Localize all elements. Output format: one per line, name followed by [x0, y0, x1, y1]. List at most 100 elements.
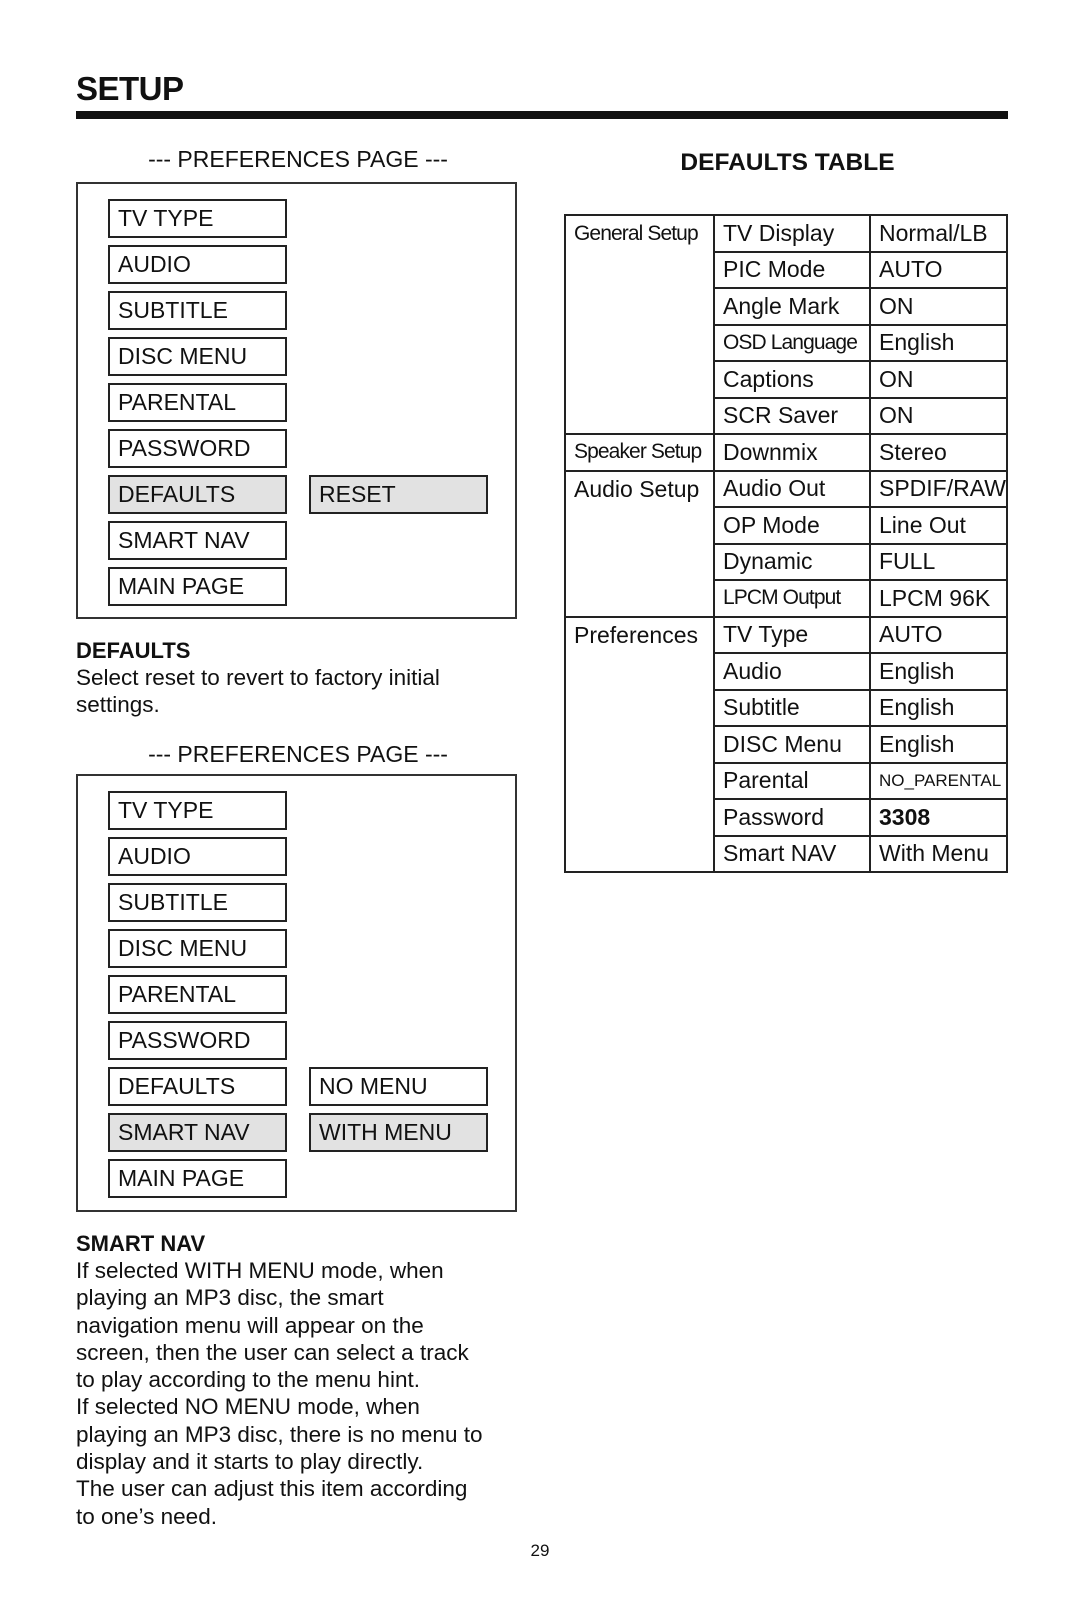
group-cell: Speaker Setup — [564, 433, 715, 472]
table-row: OP Mode Line Out — [564, 506, 1008, 545]
menu1-item-parental[interactable]: PARENTAL — [108, 383, 287, 422]
menu2-item-disc-menu[interactable]: DISC MENU — [108, 929, 287, 968]
value-cell: 3308 — [869, 798, 1008, 837]
title-rule — [76, 111, 1008, 119]
smart-nav-line: playing an MP3 disc, the smart — [76, 1285, 384, 1311]
setting-cell: LPCM Output — [713, 579, 871, 618]
group-cell — [564, 726, 715, 763]
smart-nav-line: to one’s need. — [76, 1503, 217, 1529]
menu2-option-no-menu[interactable]: NO MENU — [309, 1067, 488, 1106]
table-row: LPCM Output LPCM 96K — [564, 579, 1008, 618]
table-row: Subtitle English — [564, 688, 1008, 727]
setting-cell: Angle Mark — [713, 287, 871, 326]
group-cell — [564, 580, 715, 618]
smart-nav-line: The user can adjust this item according — [76, 1476, 468, 1502]
value-cell: AUTO — [869, 615, 1008, 654]
menu1-screen: TV TYPE AUDIO SUBTITLE DISC MENU PARENTA… — [76, 182, 517, 619]
value-cell: SPDIF/RAW — [869, 469, 1008, 508]
table-row: Audio Setup Audio Out SPDIF/RAW — [564, 469, 1008, 508]
smart-nav-heading: SMART NAV — [76, 1231, 206, 1256]
menu1-item-disc-menu[interactable]: DISC MENU — [108, 337, 287, 376]
table-row: Preferences TV Type AUTO — [564, 615, 1008, 654]
defaults-table: General Setup TV Display Normal/LB PIC Mode… — [564, 214, 1008, 873]
group-cell — [564, 835, 715, 873]
page-number: 29 — [530, 1541, 550, 1560]
menu2-item-main-page[interactable]: MAIN PAGE — [108, 1159, 287, 1198]
menu1-option-reset[interactable]: RESET — [309, 475, 488, 514]
menu2-item-password[interactable]: PASSWORD — [108, 1021, 287, 1060]
menu1-item-defaults[interactable]: DEFAULTS — [108, 475, 287, 514]
value-cell: English — [869, 323, 1008, 362]
menu2-item-audio[interactable]: AUDIO — [108, 837, 287, 876]
group-cell — [564, 251, 715, 288]
table-row: DISC Menu English — [564, 725, 1008, 764]
group-cell: Preferences — [564, 615, 715, 653]
value-cell: FULL — [869, 542, 1008, 581]
setting-cell: Audio Out — [713, 469, 871, 508]
setting-cell: Captions — [713, 360, 871, 399]
setting-cell: Password — [713, 798, 871, 837]
value-cell: English — [869, 652, 1008, 691]
table-row: PIC Mode AUTO — [564, 250, 1008, 289]
group-cell — [564, 361, 715, 398]
setting-cell: Smart NAV — [713, 834, 871, 873]
setting-cell: TV Type — [713, 615, 871, 654]
value-cell: English — [869, 688, 1008, 727]
defaults-description: Select reset to revert to factory initia… — [76, 665, 440, 718]
table-row: Angle Mark ON — [564, 287, 1008, 326]
group-cell — [564, 653, 715, 690]
menu2-item-defaults[interactable]: DEFAULTS — [108, 1067, 287, 1106]
setting-cell: Downmix — [713, 433, 871, 472]
table-row: Speaker Setup Downmix Stereo — [564, 433, 1008, 472]
setting-cell: DISC Menu — [713, 725, 871, 764]
group-cell — [564, 288, 715, 325]
smart-nav-line: screen, then the user can select a track — [76, 1339, 469, 1365]
menu2-option-with-menu[interactable]: WITH MENU — [309, 1113, 488, 1152]
menu2-screen: TV TYPE AUDIO SUBTITLE DISC MENU PARENTA… — [76, 774, 517, 1212]
menu2-item-tv-type[interactable]: TV TYPE — [108, 791, 287, 830]
smart-nav-line: navigation menu will appear on the — [76, 1312, 424, 1338]
table-row: Captions ON — [564, 360, 1008, 399]
group-cell: Audio Setup — [564, 469, 715, 507]
setting-cell: Audio — [713, 652, 871, 691]
menu1-item-audio[interactable]: AUDIO — [108, 245, 287, 284]
value-cell: Stereo — [869, 433, 1008, 472]
smart-nav-description: If selected WITH MENU mode, when playing… — [76, 1257, 526, 1530]
menu1-item-subtitle[interactable]: SUBTITLE — [108, 291, 287, 330]
menu1-item-tv-type[interactable]: TV TYPE — [108, 199, 287, 238]
value-cell: AUTO — [869, 250, 1008, 289]
menu2-caption: --- PREFERENCES PAGE --- — [148, 741, 448, 767]
setting-cell: PIC Mode — [713, 250, 871, 289]
defaults-heading: DEFAULTS — [76, 638, 191, 663]
table-row: Audio English — [564, 652, 1008, 691]
menu2-item-parental[interactable]: PARENTAL — [108, 975, 287, 1014]
value-cell: With Menu — [869, 834, 1008, 873]
setting-cell: Parental — [713, 761, 871, 800]
group-cell — [564, 324, 715, 361]
menu2-item-subtitle[interactable]: SUBTITLE — [108, 883, 287, 922]
menu1-item-password[interactable]: PASSWORD — [108, 429, 287, 468]
value-cell: ON — [869, 396, 1008, 435]
group-cell: General Setup — [564, 214, 715, 252]
setting-cell: Subtitle — [713, 688, 871, 727]
group-cell — [564, 762, 715, 799]
setting-cell: OP Mode — [713, 506, 871, 545]
defaults-table-title: DEFAULTS TABLE — [680, 149, 895, 176]
table-row: Smart NAV With Menu — [564, 834, 1008, 873]
smart-nav-line: to play according to the menu hint. — [76, 1367, 420, 1393]
table-row: OSD Language English — [564, 323, 1008, 362]
group-cell — [564, 397, 715, 435]
smart-nav-line: If selected WITH MENU mode, when — [76, 1258, 444, 1283]
value-cell: LPCM 96K — [869, 579, 1008, 618]
setting-cell: SCR Saver — [713, 396, 871, 435]
value-cell: Line Out — [869, 506, 1008, 545]
value-cell: ON — [869, 287, 1008, 326]
table-row: SCR Saver ON — [564, 396, 1008, 435]
smart-nav-line: playing an MP3 disc, there is no menu to — [76, 1421, 483, 1447]
menu2-item-smart-nav[interactable]: SMART NAV — [108, 1113, 287, 1152]
smart-nav-line: If selected NO MENU mode, when — [76, 1394, 420, 1420]
table-row: Dynamic FULL — [564, 542, 1008, 581]
group-cell — [564, 543, 715, 580]
menu1-item-main-page[interactable]: MAIN PAGE — [108, 567, 287, 606]
menu1-item-smart-nav[interactable]: SMART NAV — [108, 521, 287, 560]
